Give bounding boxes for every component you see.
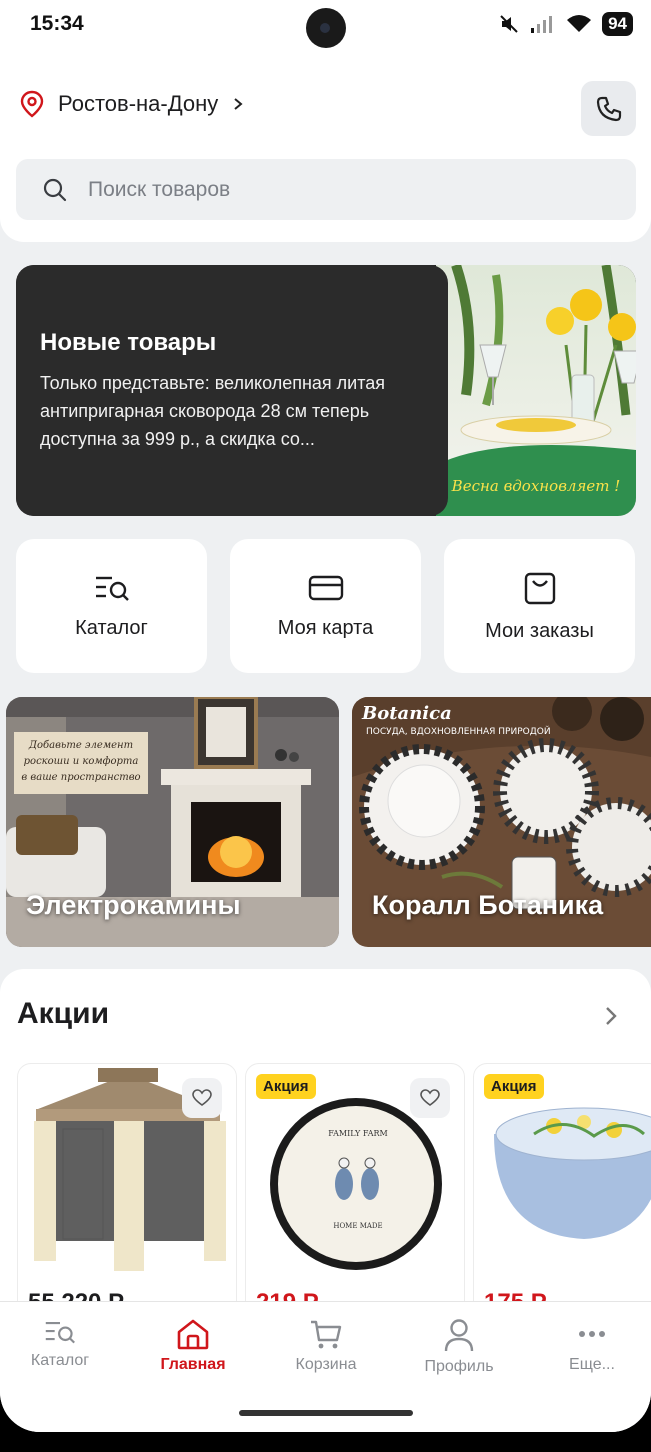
category-card-electric-fireplaces[interactable]: Добавьте элемент роскоши и комфорта в ва… [6,697,339,947]
tile-my-orders[interactable]: Мои заказы [444,539,635,673]
banner-image-caption: Весна вдохновляет ! [451,477,621,495]
search-bar[interactable]: Поиск товаров [16,159,636,220]
search-input[interactable]: Поиск товаров [88,178,230,202]
favorite-button[interactable] [182,1078,222,1118]
signal-icon [531,16,553,33]
tile-my-card[interactable]: Моя карта [230,539,421,673]
card-icon [308,575,343,600]
category-label-electric-fireplaces: Электрокамины [26,890,241,920]
location-pin-icon [20,90,44,118]
heart-icon [192,1089,212,1106]
nav-label-catalog: Каталог [30,1352,90,1369]
home-icon [177,1319,209,1350]
plate-text-bottom: HOME MADE [333,1222,382,1230]
call-button[interactable] [581,81,636,136]
chevron-right-icon [234,98,243,110]
banner-image: Весна вдохновляет ! [436,265,636,516]
fireplace-image-text-3: в ваше пространство [21,772,140,783]
tile-catalog-label: Каталог [75,616,148,639]
fireplace-image-text-1: Добавьте элемент [28,740,133,751]
tile-catalog[interactable]: Каталог [16,539,207,673]
promotions-title: Акции [17,997,110,1030]
promo-banner[interactable]: Весна вдохновляет ! Новые товары Только … [16,265,636,516]
search-icon [43,178,67,201]
phone-icon [596,96,621,121]
nav-label-cart: Корзина [295,1356,357,1373]
favorite-button[interactable] [410,1078,450,1118]
plate-text-top: FAMILY FARM [328,1129,387,1138]
bottom-navigation: Каталог Главная Корзина Профиль Еще... [0,1301,651,1432]
app-screen: 15:34 94 Ростов-на-Дону Поиск товаров Ве… [0,0,651,1432]
category-card-koral-botanika[interactable]: Botanica ПОСУДА, ВДОХНОВЛЕННАЯ ПРИРОДОЙ … [352,697,651,947]
botanica-brand-text: Botanica [361,703,452,724]
home-indicator[interactable] [239,1410,413,1416]
profile-icon [444,1319,474,1352]
nav-item-cart[interactable]: Корзина [266,1318,386,1374]
promotions-more-chevron-icon[interactable] [604,1005,618,1027]
battery-indicator: 94 [602,12,633,36]
mute-icon [500,15,518,33]
promo-badge: Акция [484,1074,544,1099]
cart-icon [311,1320,342,1349]
status-time: 15:34 [30,12,84,35]
nav-item-more[interactable]: Еще... [532,1318,651,1374]
bag-icon [524,572,555,604]
more-icon [579,1331,605,1337]
botanica-tagline-text: ПОСУДА, ВДОХНОВЛЕННАЯ ПРИРОДОЙ [366,725,551,737]
city-name: Ростов-на-Дону [58,91,219,116]
catalog-icon [45,1322,75,1344]
front-camera [306,8,346,48]
banner-description: Только представьте: великолепная литая а… [40,373,386,449]
fireplace-image-text-2: роскоши и комфорта [24,756,139,767]
banner-text-panel: Новые товары Только представьте: великол… [16,265,448,516]
nav-label-more: Еще... [569,1356,615,1373]
city-selector[interactable]: Ростов-на-Дону [20,90,244,118]
nav-item-home[interactable]: Главная [133,1318,253,1374]
status-icons: 94 [498,12,633,36]
tile-my-card-label: Моя карта [277,616,374,639]
wifi-icon [567,15,592,32]
catalog-icon [95,576,129,601]
promo-badge: Акция [256,1074,316,1099]
nav-label-profile: Профиль [424,1358,494,1375]
quick-actions: Каталог Моя карта Мои заказы [16,539,635,673]
status-bar: 15:34 94 [0,0,651,52]
nav-item-profile[interactable]: Профиль [399,1318,519,1376]
banner-title: Новые товары [40,329,217,356]
nav-label-home: Главная [160,1356,226,1373]
heart-icon [420,1089,440,1106]
header: Ростов-на-Дону Поиск товаров [0,52,651,242]
nav-item-catalog[interactable]: Каталог [0,1318,120,1370]
tile-my-orders-label: Мои заказы [485,619,594,642]
category-label-koral-botanika: Коралл Ботаника [372,890,604,920]
